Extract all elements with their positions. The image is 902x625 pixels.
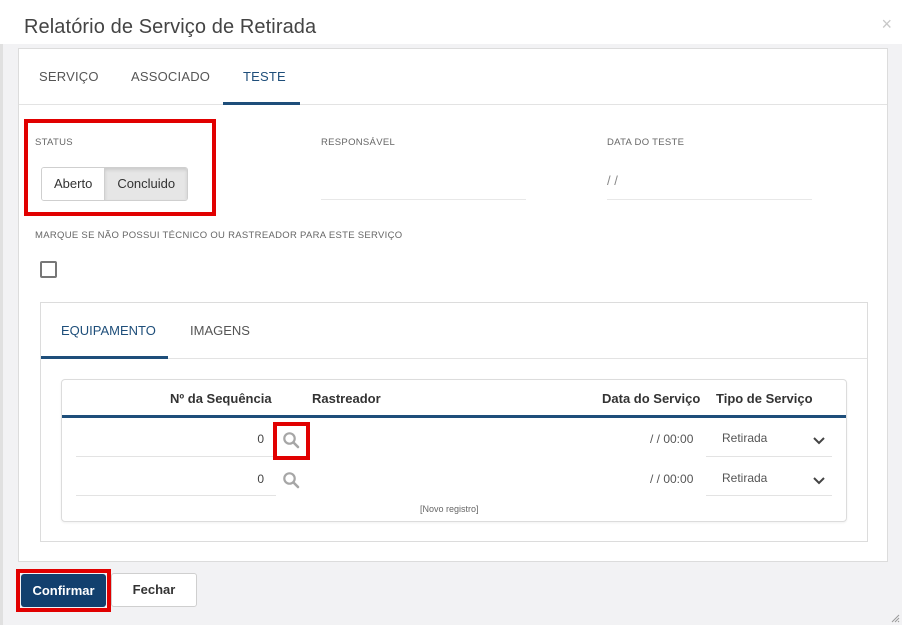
row1-data[interactable]: / / 00:00 [650,432,693,446]
modal-header: Relatório de Serviço de Retirada × [0,0,902,44]
status-highlight-box [24,119,216,216]
close-button[interactable]: Fechar [111,573,197,607]
chevron-down-icon[interactable] [812,436,826,446]
data-teste-underline [607,199,812,200]
page-edge [0,0,3,625]
inner-tabs: EQUIPAMENTO IMAGENS [41,303,867,359]
new-record-link[interactable]: [Novo registro] [420,504,479,514]
responsavel-label: RESPONSÁVEL [321,137,396,148]
col-rastreador: Rastreador [312,391,381,406]
row2-tipo-underline [706,495,832,496]
tab-active-indicator [223,102,300,105]
row1-sequencia-underline [76,456,276,457]
equipment-panel: EQUIPAMENTO IMAGENS Nº da Sequência Rast… [40,302,868,542]
tab-associado[interactable]: ASSOCIADO [131,69,210,84]
row2-tipo-select[interactable]: Retirada [722,471,767,485]
close-icon[interactable]: × [881,14,892,35]
no-tech-checkbox[interactable] [40,261,57,278]
responsavel-underline [321,199,526,200]
no-tech-label: MARQUE SE NÃO POSSUI TÉCNICO OU RASTREAD… [35,230,403,241]
main-tabs: SERVIÇO ASSOCIADO TESTE [19,49,887,105]
modal-title: Relatório de Serviço de Retirada [24,16,317,38]
row2-sequencia-underline [76,495,276,496]
search-icon[interactable] [282,471,300,489]
data-teste-input[interactable]: / / [607,173,618,188]
grid-header: Nº da Sequência Rastreador Data do Servi… [62,380,846,418]
row1-tipo-select[interactable]: Retirada [722,431,767,445]
row1-sequencia[interactable]: 0 [224,432,264,446]
chevron-down-icon[interactable] [812,476,826,486]
row2-data[interactable]: / / 00:00 [650,472,693,486]
row2-sequencia[interactable]: 0 [224,472,264,486]
inner-tab-active-indicator [41,356,168,359]
col-tipo-servico: Tipo de Serviço [716,391,813,406]
tab-teste[interactable]: TESTE [243,69,286,84]
tab-imagens[interactable]: IMAGENS [190,323,250,338]
search-highlight-box [273,422,310,460]
row1-tipo-underline [706,456,832,457]
report-panel: SERVIÇO ASSOCIADO TESTE STATUS Aberto Co… [18,48,888,562]
resize-grip-icon[interactable] [890,613,900,623]
col-data-servico: Data do Serviço [602,391,701,406]
equipment-grid: Nº da Sequência Rastreador Data do Servi… [61,379,847,522]
tab-equipamento[interactable]: EQUIPAMENTO [61,323,156,338]
data-teste-label: DATA DO TESTE [607,137,685,148]
col-sequencia: Nº da Sequência [170,391,272,406]
tab-servico[interactable]: SERVIÇO [39,69,99,84]
confirm-button[interactable]: Confirmar [21,574,106,607]
